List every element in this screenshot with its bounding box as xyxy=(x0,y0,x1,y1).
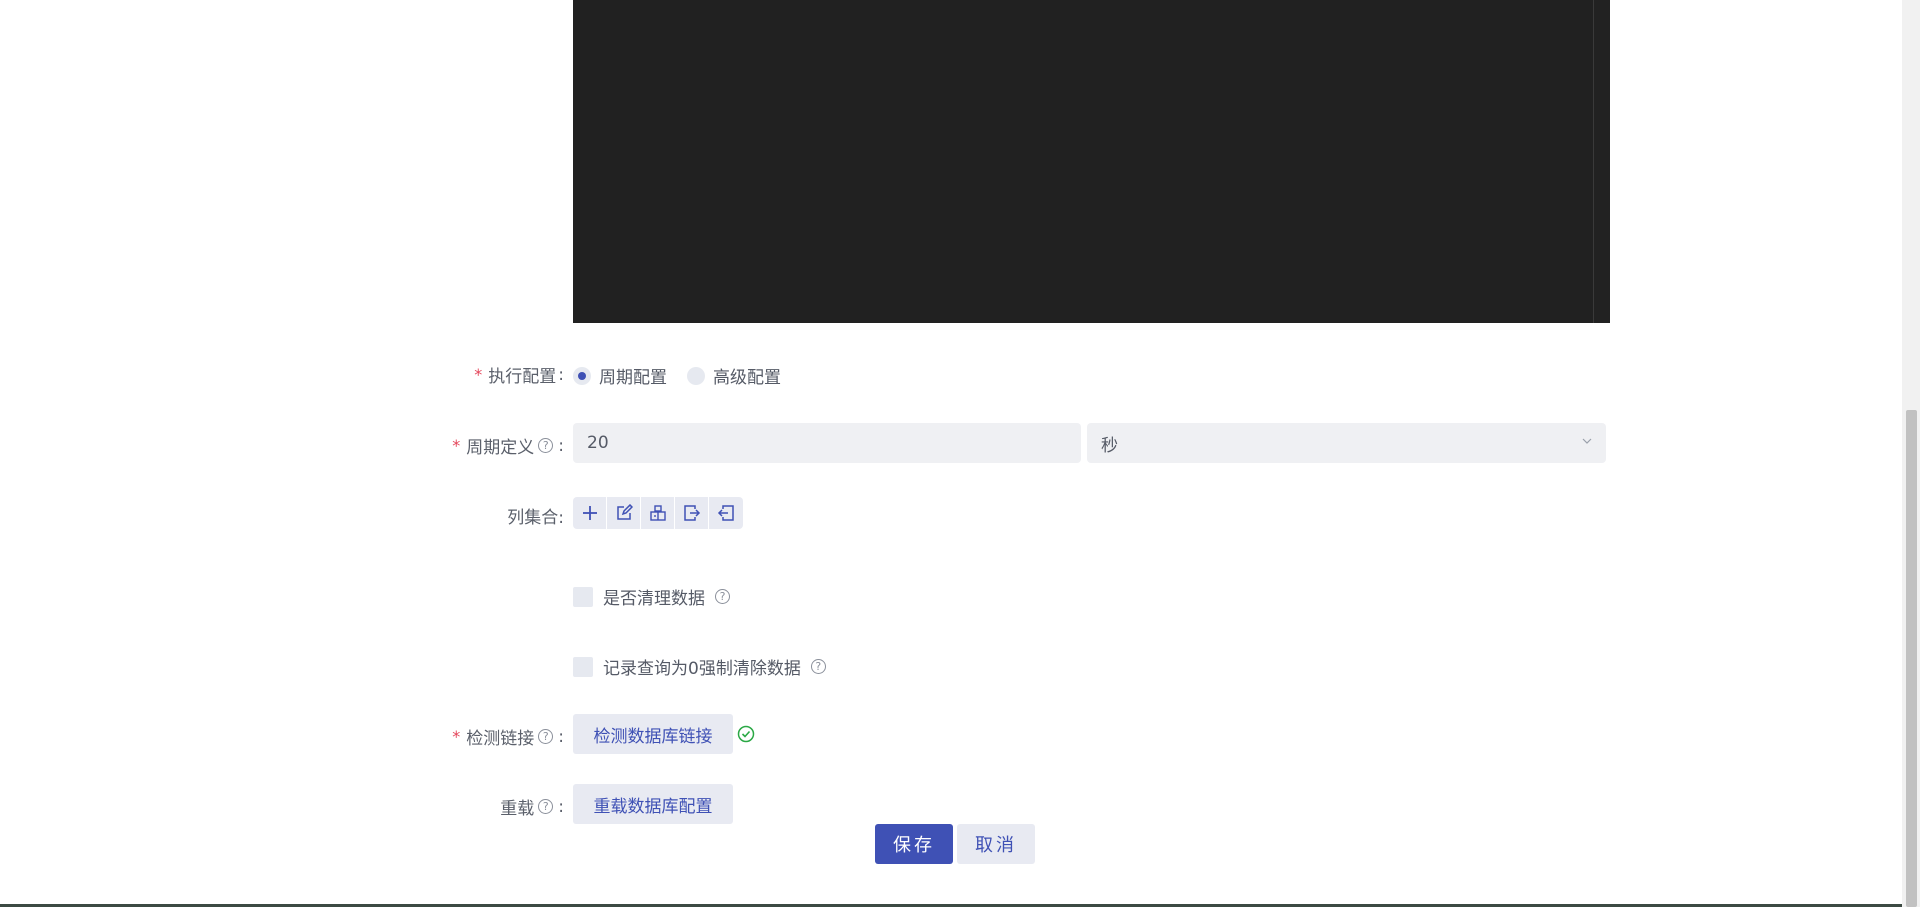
export-icon xyxy=(683,505,700,521)
radio-label: 高级配置 xyxy=(713,368,781,388)
radio-advanced-config[interactable]: 高级配置 xyxy=(687,363,781,388)
check-link-label-text: 检测链接 xyxy=(466,729,535,749)
period-unit-value: 秒 xyxy=(1101,435,1118,456)
columns-label: 列集合: xyxy=(507,503,564,528)
import-icon xyxy=(717,505,734,521)
period-unit-select[interactable]: 秒 xyxy=(1087,423,1606,463)
label-colon: : xyxy=(558,364,564,385)
period-value-input[interactable]: 20 xyxy=(573,423,1081,463)
edit-icon xyxy=(616,504,633,520)
execution-label: * 执行配置 : xyxy=(474,362,564,388)
save-button[interactable]: 保存 xyxy=(875,824,953,864)
form-page: * 执行配置 : 周期配置 高级配置 * 周期定义 ? : 20 秒 列集合: xyxy=(0,0,1920,907)
edit-column-button[interactable] xyxy=(607,497,641,529)
cancel-button[interactable]: 取消 xyxy=(957,824,1035,864)
execution-label-text: 执行配置 xyxy=(488,367,557,387)
check-link-label: * 检测链接 ? : xyxy=(452,724,564,750)
clean-data-checkbox[interactable] xyxy=(573,586,593,607)
clean-data-option: 是否清理数据 ? xyxy=(573,584,730,609)
label-colon: : xyxy=(558,435,564,456)
force-clear-option: 记录查询为0强制清除数据 ? xyxy=(573,654,826,679)
reload-label-text: 重载 xyxy=(500,799,535,819)
help-icon[interactable]: ? xyxy=(810,659,826,674)
help-icon[interactable]: ? xyxy=(538,729,554,744)
plus-icon xyxy=(582,506,597,520)
check-db-connection-button[interactable]: 检测数据库链接 xyxy=(573,714,733,754)
columns-toolbar xyxy=(573,497,743,529)
page-scrollbar-thumb[interactable] xyxy=(1906,410,1917,907)
building-icon xyxy=(649,505,666,521)
period-value: 20 xyxy=(587,433,609,453)
import-column-button[interactable] xyxy=(709,497,743,529)
clean-data-label: 是否清理数据 xyxy=(603,589,705,609)
period-label-text: 周期定义 xyxy=(466,438,535,458)
editor-scrollbar[interactable] xyxy=(1593,0,1610,323)
required-mark: * xyxy=(452,727,461,746)
code-editor[interactable] xyxy=(573,0,1610,323)
columns-label-text: 列集合: xyxy=(507,508,564,528)
force-clear-checkbox[interactable] xyxy=(573,656,593,677)
force-clear-label: 记录查询为0强制清除数据 xyxy=(603,659,801,679)
page-scrollbar[interactable] xyxy=(1902,0,1920,907)
required-mark: * xyxy=(452,436,461,455)
label-colon: : xyxy=(558,796,564,817)
label-colon: : xyxy=(558,726,564,747)
radio-periodic-config[interactable]: 周期配置 xyxy=(573,363,667,388)
radio-unchecked-icon[interactable] xyxy=(687,366,705,385)
radio-label: 周期配置 xyxy=(599,368,667,388)
required-mark: * xyxy=(474,365,483,384)
reload-db-config-button[interactable]: 重载数据库配置 xyxy=(573,784,733,824)
execution-radio-group: 周期配置 高级配置 xyxy=(573,363,801,388)
check-circle-icon xyxy=(737,725,755,743)
help-icon[interactable]: ? xyxy=(715,589,730,604)
reload-label: 重载 ? : xyxy=(500,794,564,820)
help-icon[interactable]: ? xyxy=(538,438,554,453)
chevron-down-icon xyxy=(1582,438,1592,444)
period-label: * 周期定义 ? : xyxy=(452,433,564,459)
export-column-button[interactable] xyxy=(675,497,709,529)
help-icon[interactable]: ? xyxy=(538,799,554,814)
radio-checked-icon[interactable] xyxy=(573,366,591,385)
column-structure-button[interactable] xyxy=(641,497,675,529)
add-column-button[interactable] xyxy=(573,497,607,529)
